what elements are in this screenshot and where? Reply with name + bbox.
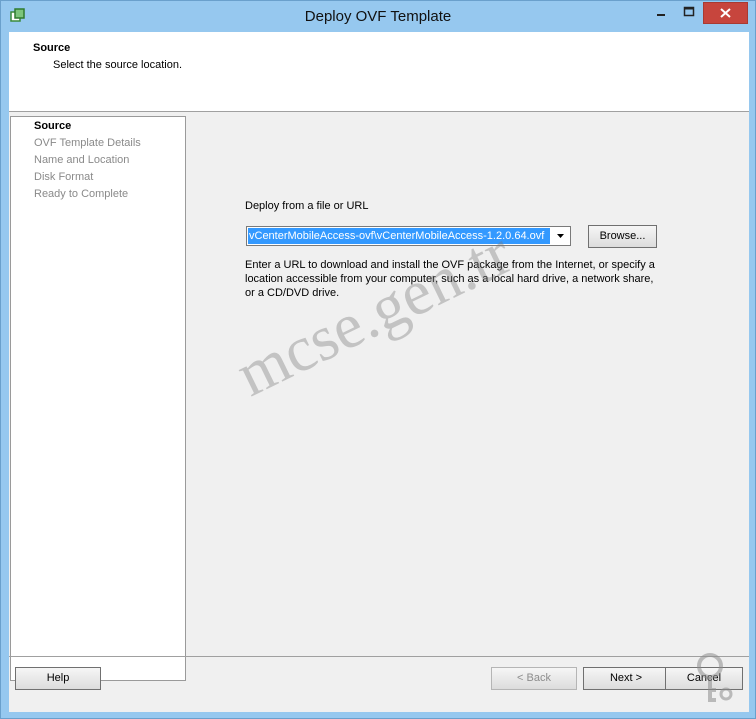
browse-button[interactable]: Browse... [588,225,657,248]
title-bar[interactable]: Deploy OVF Template [1,1,755,32]
page-subtitle: Select the source location. [53,59,183,71]
step-ovf-template-details: OVF Template Details [34,137,141,149]
deploy-source-label: Deploy from a file or URL [245,200,369,212]
step-ready-to-complete: Ready to Complete [34,188,129,200]
cancel-button[interactable]: Cancel [665,667,743,690]
back-button[interactable]: < Back [491,667,577,690]
source-path-combobox[interactable]: vCenterMobileAccess-ovf\vCenterMobileAcc… [246,226,571,246]
wizard-client: Source Select the source location. Sourc… [9,32,749,712]
step-name-and-location: Name and Location [34,154,130,166]
step-source[interactable]: Source [34,120,71,132]
deploy-ovf-window: Deploy OVF Template Source Select the so… [0,0,756,719]
wizard-content: Deploy from a file or URL vCenterMobileA… [190,116,749,681]
wizard-footer: Help < Back Next > Cancel [9,656,749,712]
wizard-steps: Source OVF Template Details Name and Loc… [10,116,186,681]
help-button[interactable]: Help [15,667,101,690]
close-button[interactable] [703,2,748,24]
window-title: Deploy OVF Template [304,8,452,25]
dropdown-arrow-icon[interactable] [552,228,569,244]
maximize-button[interactable] [676,2,702,24]
step-disk-format: Disk Format [34,171,94,183]
next-button[interactable]: Next > [583,667,669,690]
source-help-text: Enter a URL to download and install the … [245,259,655,299]
source-path-value[interactable]: vCenterMobileAccess-ovf\vCenterMobileAcc… [248,228,550,244]
wizard-header: Source Select the source location. [9,32,749,112]
minimize-button[interactable] [648,2,674,24]
page-title: Source [33,42,71,54]
